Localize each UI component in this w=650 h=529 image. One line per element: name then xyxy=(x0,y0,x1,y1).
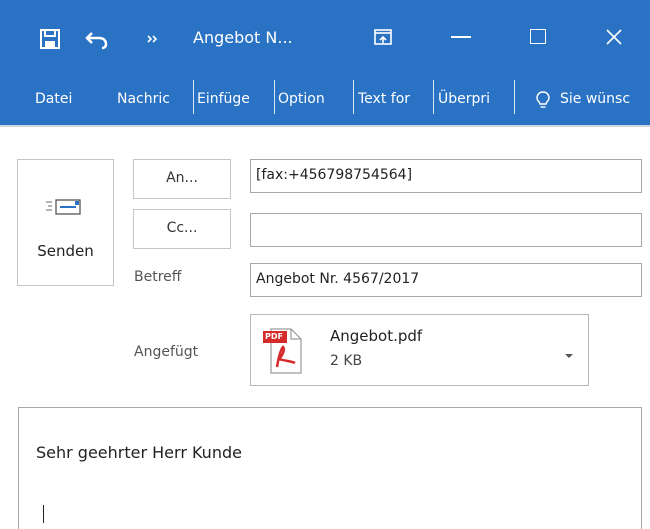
cc-button-label: Cc... xyxy=(166,220,198,236)
lightbulb-icon[interactable] xyxy=(534,90,552,110)
tab-optionen[interactable]: Option xyxy=(278,84,350,114)
send-button[interactable]: Senden xyxy=(17,159,114,286)
send-envelope-icon xyxy=(44,196,90,218)
message-body[interactable]: Sehr geehrter Herr Kunde xyxy=(18,407,642,529)
undo-icon[interactable] xyxy=(84,27,110,51)
tab-separator xyxy=(433,80,434,114)
tab-datei[interactable]: Datei xyxy=(35,84,72,114)
maximize-icon[interactable] xyxy=(530,29,546,44)
to-button-label: An... xyxy=(166,170,198,186)
attached-label: Angefügt xyxy=(134,344,199,360)
attachment-filename: Angebot.pdf xyxy=(330,327,423,345)
tell-me-search[interactable]: Sie wünsc xyxy=(560,84,650,114)
send-label: Senden xyxy=(37,242,94,260)
cc-button[interactable]: Cc... xyxy=(133,209,231,249)
minimize-icon[interactable] xyxy=(451,36,471,38)
tab-nachricht[interactable]: Nachric xyxy=(117,84,189,114)
tab-einfuegen[interactable]: Einfüge xyxy=(197,84,271,114)
message-greeting: Sehr geehrter Herr Kunde xyxy=(36,443,242,462)
tab-text-formatieren[interactable]: Text for xyxy=(358,84,430,114)
pdf-file-icon: PDF xyxy=(261,327,305,375)
attachment-card[interactable]: PDF Angebot.pdf 2 KB xyxy=(250,314,589,386)
to-button[interactable]: An... xyxy=(133,159,231,199)
attachment-dropdown-icon[interactable] xyxy=(564,345,574,358)
save-icon[interactable] xyxy=(38,27,62,51)
tab-ueberpruefen[interactable]: Überpri xyxy=(438,84,508,114)
window-title: Angebot N... xyxy=(193,28,293,47)
close-icon[interactable] xyxy=(604,27,624,47)
tab-separator xyxy=(353,80,354,114)
text-cursor xyxy=(43,505,44,523)
ribbon-display-options-icon[interactable] xyxy=(373,27,393,47)
cc-field[interactable] xyxy=(250,213,642,247)
subject-field-value: Angebot Nr. 4567/2017 xyxy=(256,271,420,287)
pdf-badge-text: PDF xyxy=(265,332,283,341)
tab-separator xyxy=(274,80,275,114)
tab-separator xyxy=(514,80,515,114)
attachment-size: 2 KB xyxy=(330,353,363,369)
tab-separator xyxy=(193,80,194,114)
to-field[interactable]: [fax:+456798754564] xyxy=(250,159,642,193)
quick-access-more-icon[interactable] xyxy=(145,29,159,49)
subject-label: Betreff xyxy=(134,269,182,285)
to-field-value: [fax:+456798754564] xyxy=(256,167,413,183)
subject-field[interactable]: Angebot Nr. 4567/2017 xyxy=(250,263,642,297)
